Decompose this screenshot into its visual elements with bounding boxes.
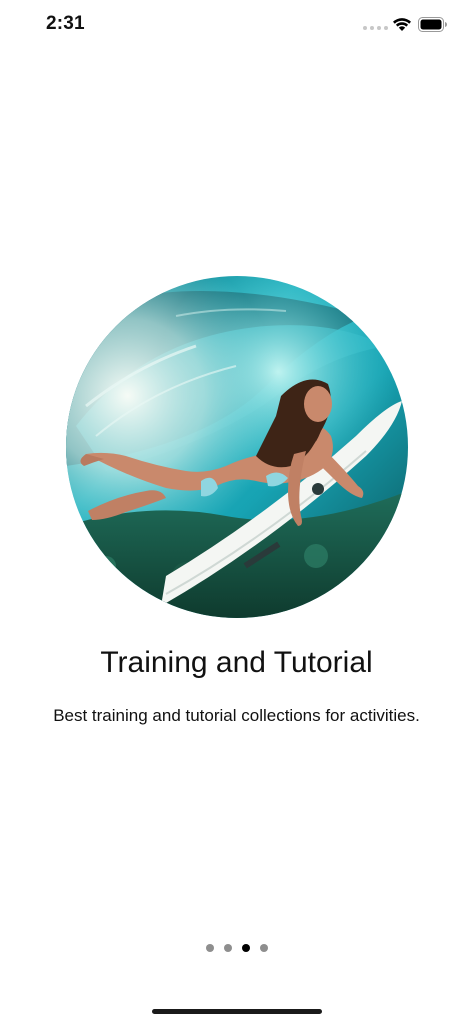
hero-image	[66, 276, 408, 618]
wifi-icon	[393, 18, 411, 31]
battery-icon	[418, 17, 447, 32]
status-time: 2:31	[46, 13, 85, 34]
page-indicator[interactable]	[0, 944, 473, 952]
home-indicator[interactable]	[152, 1009, 322, 1014]
page-dot-1[interactable]	[205, 944, 214, 952]
onboarding-title: Training and Tutorial	[100, 646, 373, 679]
onboarding-subtitle: Best training and tutorial collections f…	[53, 706, 420, 725]
status-bar: 2:31	[0, 0, 473, 50]
page-dot-2[interactable]	[223, 944, 232, 952]
cellular-signal-icon	[363, 26, 388, 30]
surfer-photo-illustration	[66, 276, 408, 618]
page-dot-3-active[interactable]	[241, 944, 250, 952]
page-dot-4[interactable]	[259, 944, 268, 952]
